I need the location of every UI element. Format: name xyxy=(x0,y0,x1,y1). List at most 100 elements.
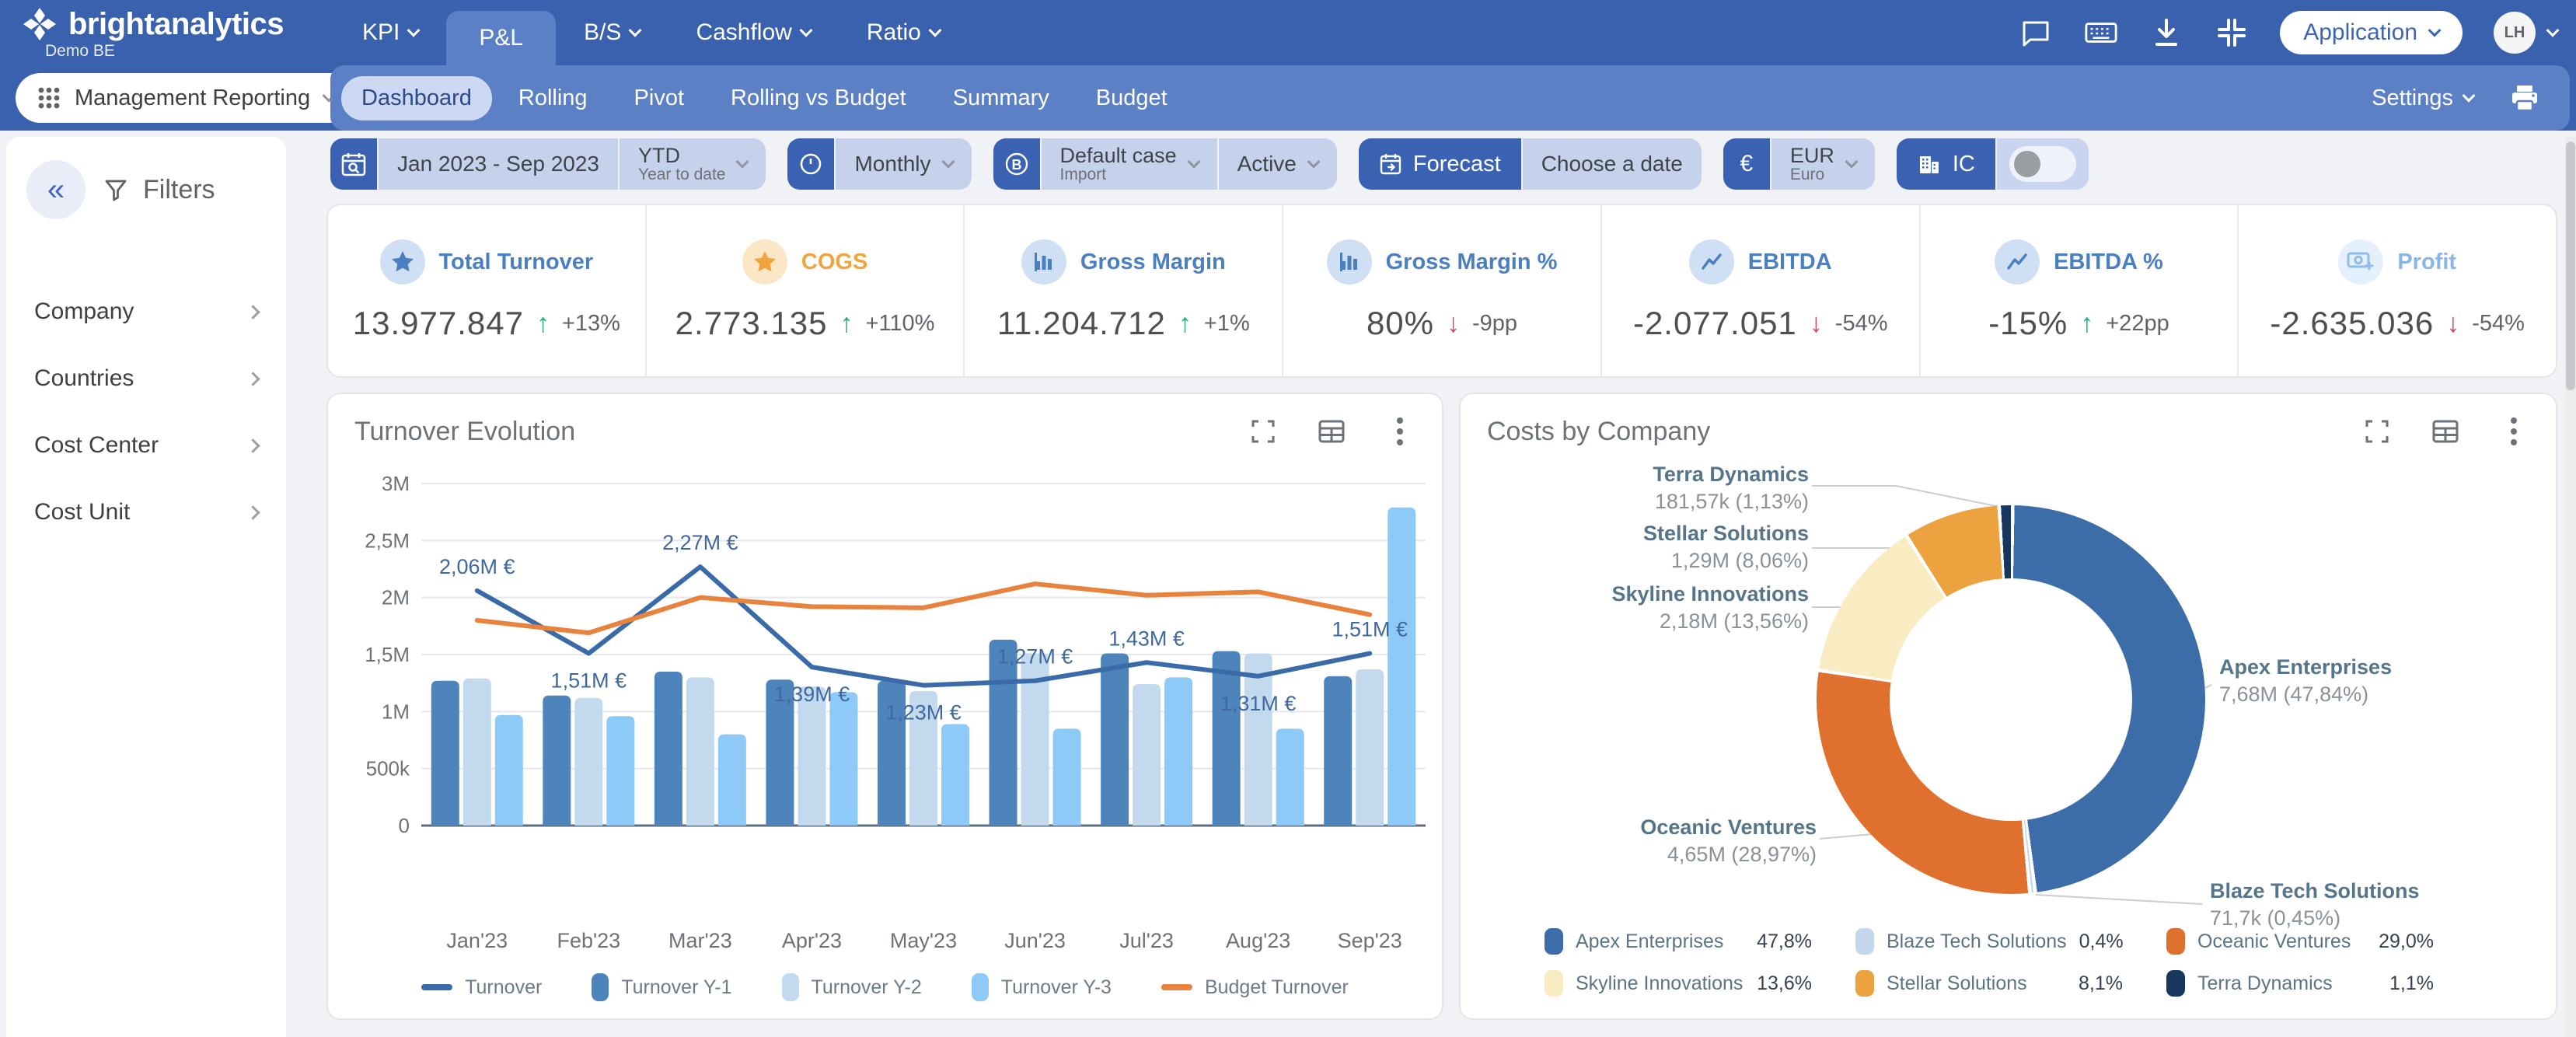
forecast-button[interactable]: Forecast xyxy=(1358,138,1521,190)
kpi-card-ebitda[interactable]: EBITDA -2.077.051 ↓ -54% xyxy=(1600,205,1919,376)
bar-turnover-y-3[interactable] xyxy=(1276,728,1304,826)
tab-summary[interactable]: Summary xyxy=(933,76,1070,120)
legend-item-turnover[interactable]: Turnover xyxy=(421,976,542,999)
choose-date-button[interactable]: Choose a date xyxy=(1522,138,1702,190)
tab-dashboard[interactable]: Dashboard xyxy=(341,75,492,120)
tab-pivot[interactable]: Pivot xyxy=(614,76,704,120)
bar-turnover-y-2[interactable] xyxy=(686,677,714,826)
nav-item-cashflow[interactable]: Cashflow xyxy=(668,0,838,65)
avatar[interactable]: LH xyxy=(2494,12,2536,54)
currency-filter[interactable]: € EUR Euro xyxy=(1723,138,1875,190)
tab-rolling[interactable]: Rolling xyxy=(498,76,608,120)
workspace-selector[interactable]: Management Reporting xyxy=(16,73,356,123)
tab-rolling-vs-budget[interactable]: Rolling vs Budget xyxy=(710,76,927,120)
period-value[interactable]: Jan 2023 - Sep 2023 xyxy=(379,138,618,190)
period-mode[interactable]: YTD Year to date xyxy=(619,138,766,190)
donut-legend-item-apex-enterprises[interactable]: Apex Enterprises 47,8% xyxy=(1545,928,1855,955)
bar-turnover-y-2[interactable] xyxy=(1356,669,1384,826)
chevron-down-icon xyxy=(941,155,955,169)
bar-turnover-y-3[interactable] xyxy=(1052,728,1081,826)
budget-case-filter[interactable]: B Default case Import Active xyxy=(993,138,1337,190)
bar-turnover-y-3[interactable] xyxy=(1164,677,1193,826)
bar-turnover-y-2[interactable] xyxy=(1133,684,1161,826)
chevron-down-icon xyxy=(2462,89,2476,103)
kpi-delta: +1% xyxy=(1203,310,1250,336)
kpi-card-gross-margin[interactable]: Gross Margin 11.204.712 ↑ +1% xyxy=(963,205,1282,376)
tab-budget[interactable]: Budget xyxy=(1076,76,1188,120)
chat-icon[interactable] xyxy=(2019,16,2053,50)
period-filter[interactable]: Jan 2023 - Sep 2023 YTD Year to date xyxy=(330,138,766,190)
collapse-sidebar-button[interactable]: « xyxy=(26,160,86,219)
donut-legend: Apex Enterprises 47,8% Blaze Tech Solution… xyxy=(1545,928,2477,997)
settings-menu[interactable]: Settings xyxy=(2372,86,2476,111)
legend-item-turnover-y-3[interactable]: Turnover Y-3 xyxy=(971,973,1112,1001)
bar-turnover-y-1[interactable] xyxy=(1324,676,1353,826)
application-switcher[interactable]: Application xyxy=(2280,11,2463,54)
keyboard-icon[interactable] xyxy=(2084,16,2118,50)
bar-turnover-y-2[interactable] xyxy=(462,678,491,826)
user-menu-chevron-icon[interactable] xyxy=(2546,23,2560,37)
bar-turnover-y-3[interactable] xyxy=(1387,507,1416,826)
kpi-card-gross-margin-[interactable]: Gross Margin % 80% ↓ -9pp xyxy=(1282,205,1600,376)
nav-item-pl[interactable]: P&L xyxy=(446,11,557,65)
x-axis-tick: Mar'23 xyxy=(668,929,732,952)
kpi-card-ebitda-[interactable]: EBITDA % -15% ↑ +22pp xyxy=(1918,205,2238,376)
scrollbar-thumb[interactable] xyxy=(2566,141,2575,390)
ic-toggle[interactable] xyxy=(1996,138,2089,190)
legend-label: Turnover Y-3 xyxy=(1000,976,1112,998)
turnover-evolution-chart[interactable]: 0 500k 1M 1,5M 2M 2,5M 3M Jan'23 Feb'23 Mar'23 Apr… xyxy=(328,394,1445,1021)
page-scrollbar[interactable] xyxy=(2565,137,2576,1037)
kpi-card-total-turnover[interactable]: Total Turnover 13.977.847 ↑ +13% xyxy=(328,205,645,376)
brand-logo[interactable]: brightanalytics xyxy=(22,6,284,42)
chevron-right-icon xyxy=(246,438,260,453)
case-value[interactable]: Default case Import xyxy=(1041,138,1217,190)
sidebar-item-cost-center[interactable]: Cost Center xyxy=(6,412,286,479)
kpi-title-row: Gross Margin xyxy=(1021,239,1226,285)
kpi-card-profit[interactable]: Profit -2.635.036 ↓ -54% xyxy=(2237,205,2556,376)
legend-item-turnover-y-2[interactable]: Turnover Y-2 xyxy=(781,973,922,1001)
donut-callout-blaze-tech-solutions: Blaze Tech Solutions 71,7k (0,45%) xyxy=(2210,876,2420,931)
print-icon[interactable] xyxy=(2508,81,2542,115)
ic-label-section: IC xyxy=(1896,138,1995,190)
bar-turnover-y-3[interactable] xyxy=(717,734,746,826)
bar-turnover-y-3[interactable] xyxy=(941,724,969,826)
donut-legend-item-stellar-solutions[interactable]: Stellar Solutions 8,1% xyxy=(1855,970,2166,997)
arrow-down-icon: ↓ xyxy=(1809,308,1823,338)
bar-turnover-y-1[interactable] xyxy=(654,671,682,826)
donut-legend-item-terra-dynamics[interactable]: Terra Dynamics 1,1% xyxy=(2166,970,2477,997)
compress-icon[interactable] xyxy=(2215,16,2249,50)
bar-turnover-y-1[interactable] xyxy=(1212,651,1241,826)
sidebar-item-company[interactable]: Company xyxy=(6,278,286,345)
nav-item-kpi[interactable]: KPI xyxy=(334,0,446,65)
bar-turnover-y-2[interactable] xyxy=(1244,653,1272,826)
nav-item-ratio[interactable]: Ratio xyxy=(839,0,968,65)
nav-item-label: KPI xyxy=(362,19,400,45)
donut-legend-item-blaze-tech-solutions[interactable]: Blaze Tech Solutions 0,4% xyxy=(1855,928,2166,955)
legend-item-turnover-y-1[interactable]: Turnover Y-1 xyxy=(592,973,732,1001)
kpi-card-cogs[interactable]: COGS 2.773.135 ↑ +110% xyxy=(644,205,964,376)
kpi-value-row: -2.077.051 ↓ -54% xyxy=(1633,305,1888,342)
bar-turnover-y-3[interactable] xyxy=(829,692,858,826)
donut-legend-item-skyline-innovations[interactable]: Skyline Innovations 13,6% xyxy=(1545,970,1855,997)
legend-swatch xyxy=(592,973,609,1001)
donut-callout-terra-dynamics: Terra Dynamics 181,57k (1,13%) xyxy=(1653,459,1809,514)
line-budget-turnover[interactable] xyxy=(474,581,1373,636)
sidebar-item-countries[interactable]: Countries xyxy=(6,345,286,412)
forecast-filter[interactable]: Forecast Choose a date xyxy=(1358,138,1702,190)
granularity-filter[interactable]: Monthly xyxy=(787,138,972,190)
intercompany-filter[interactable]: IC xyxy=(1896,138,2089,190)
donut-legend-item-oceanic-ventures[interactable]: Oceanic Ventures 29,0% xyxy=(2166,928,2477,955)
bar-turnover-y-2[interactable] xyxy=(574,697,603,826)
bar-turnover-y-3[interactable] xyxy=(606,716,635,826)
bar-turnover-y-2[interactable] xyxy=(798,686,826,826)
legend-item-budget-turnover[interactable]: Budget Turnover xyxy=(1161,976,1349,999)
bar-turnover-y-1[interactable] xyxy=(543,695,571,826)
bar-turnover-y-1[interactable] xyxy=(431,680,459,826)
sidebar-item-cost-unit[interactable]: Cost Unit xyxy=(6,479,286,546)
download-icon[interactable] xyxy=(2149,16,2183,50)
nav-item-bs[interactable]: B/S xyxy=(556,0,668,65)
case-status[interactable]: Active xyxy=(1218,138,1337,190)
callout-value: 2,18M (13,56%) xyxy=(1659,609,1809,634)
bar-turnover-y-3[interactable] xyxy=(494,714,523,826)
bar-turnover-y-1[interactable] xyxy=(1101,653,1129,826)
